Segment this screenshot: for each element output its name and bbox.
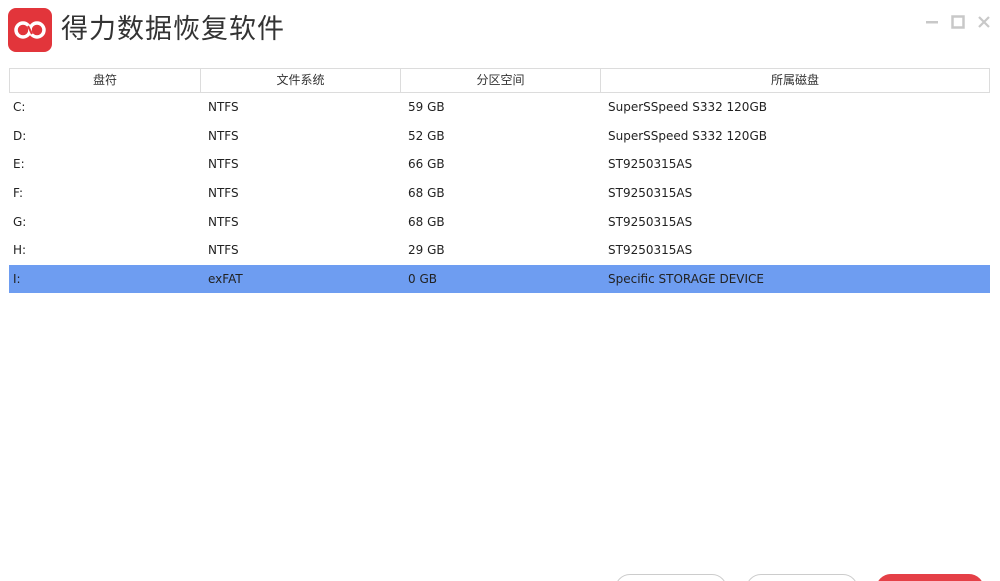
table-body: C: NTFS 59 GB SuperSSpeed S332 120GB D: … (9, 93, 990, 294)
maximize-icon[interactable] (948, 12, 968, 32)
cell-filesystem: NTFS (208, 128, 239, 143)
bottom-button-primary[interactable] (876, 574, 984, 581)
table-row[interactable]: G: NTFS 68 GB ST9250315AS (9, 207, 990, 236)
cell-drive: H: (13, 243, 27, 258)
cell-drive: E: (13, 157, 25, 172)
cell-filesystem: exFAT (208, 271, 243, 286)
cell-size: 68 GB (408, 186, 445, 201)
close-icon[interactable] (974, 12, 994, 32)
table-header: 盘符 文件系统 分区空间 所属磁盘 (9, 68, 990, 93)
cell-size: 52 GB (408, 128, 445, 143)
partition-table: 盘符 文件系统 分区空间 所属磁盘 C: NTFS 59 GB SuperSSp… (9, 68, 990, 294)
cell-drive: I: (13, 271, 21, 286)
app-title: 得力数据恢复软件 (61, 14, 285, 45)
table-row[interactable]: C: NTFS 59 GB SuperSSpeed S332 120GB (9, 93, 990, 122)
cell-disk: ST9250315AS (608, 186, 693, 201)
table-row[interactable]: E: NTFS 66 GB ST9250315AS (9, 150, 990, 179)
cell-filesystem: NTFS (208, 157, 239, 172)
table-row[interactable]: D: NTFS 52 GB SuperSSpeed S332 120GB (9, 122, 990, 151)
app-logo-icon (8, 8, 52, 52)
cell-drive: C: (13, 100, 26, 115)
cell-filesystem: NTFS (208, 186, 239, 201)
cell-filesystem: NTFS (208, 214, 239, 229)
cell-filesystem: NTFS (208, 100, 239, 115)
minimize-icon[interactable] (922, 12, 942, 32)
table-row[interactable]: H: NTFS 29 GB ST9250315AS (9, 236, 990, 265)
cell-disk: ST9250315AS (608, 243, 693, 258)
window-controls (922, 12, 994, 32)
cell-size: 66 GB (408, 157, 445, 172)
cell-disk: ST9250315AS (608, 214, 693, 229)
column-header-drive[interactable]: 盘符 (10, 69, 201, 92)
cell-disk: SuperSSpeed S332 120GB (608, 100, 767, 115)
cell-disk: SuperSSpeed S332 120GB (608, 128, 767, 143)
cell-disk: ST9250315AS (608, 157, 693, 172)
bottom-button-2[interactable] (746, 574, 858, 581)
cell-size: 29 GB (408, 243, 445, 258)
title-bar[interactable]: 得力数据恢复软件 (0, 0, 1000, 58)
cell-disk: Specific STORAGE DEVICE (608, 271, 764, 286)
cell-size: 68 GB (408, 214, 445, 229)
cell-drive: F: (13, 186, 24, 201)
table-row[interactable]: F: NTFS 68 GB ST9250315AS (9, 179, 990, 208)
cell-size: 0 GB (408, 271, 437, 286)
bottom-button-1[interactable] (615, 574, 727, 581)
column-header-filesystem[interactable]: 文件系统 (201, 69, 401, 92)
cell-drive: G: (13, 214, 27, 229)
column-header-disk[interactable]: 所属磁盘 (601, 69, 989, 92)
column-header-size[interactable]: 分区空间 (401, 69, 601, 92)
app-window: 得力数据恢复软件 盘符 文件系统 分区空间 所属磁盘 C: NTFS 59 GB (0, 0, 1000, 581)
cell-size: 59 GB (408, 100, 445, 115)
cell-drive: D: (13, 128, 27, 143)
cell-filesystem: NTFS (208, 243, 239, 258)
table-row-selected[interactable]: I: exFAT 0 GB Specific STORAGE DEVICE (9, 264, 990, 294)
